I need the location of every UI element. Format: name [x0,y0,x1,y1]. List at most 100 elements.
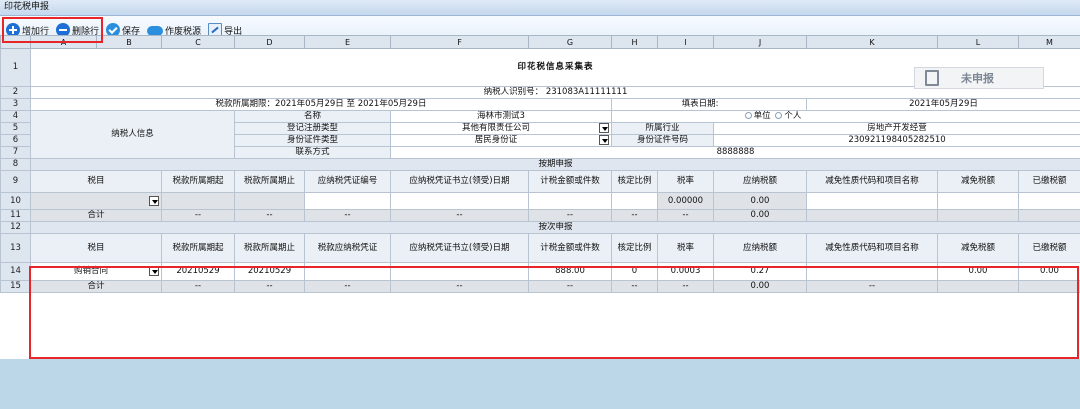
row-number[interactable]: 1 [0,48,31,87]
row-number[interactable]: 4 [0,110,31,123]
cell[interactable] [1018,192,1080,210]
row-number[interactable]: 2 [0,86,31,99]
paid-amount[interactable]: 0.00 [1018,262,1080,281]
cell[interactable] [937,192,1019,210]
dropdown-arrow-icon[interactable] [599,135,609,145]
row-number[interactable]: 15 [0,280,31,293]
contact-value[interactable]: 8888888 [390,146,1080,159]
dash: -- [234,209,305,222]
declaration-status: 未申报 [914,67,1044,89]
fill-date: 2021年05月29日 [806,98,1080,111]
dash: -- [528,280,612,293]
dash: -- [304,280,391,293]
tax-item-select[interactable] [30,192,162,210]
id-type-label: 身份证件类型 [234,134,391,147]
tax-payable: 0.00 [713,192,807,210]
column-header[interactable]: J [713,35,807,49]
column-header[interactable]: E [304,35,391,49]
period-end[interactable]: 20210529 [234,262,305,281]
dropdown-arrow-icon[interactable] [149,266,159,276]
cell[interactable] [304,192,391,210]
id-no-label: 身份证件号码 [611,134,714,147]
document-icon [925,70,939,86]
cell[interactable] [806,262,938,281]
column-label: 税款应纳税凭证 [304,233,391,263]
cell[interactable] [234,192,305,210]
table-row: 13 税目 税款所属期起 税款所属期止 税款应纳税凭证 应纳税凭证书立(领受)日… [0,233,1080,263]
column-label: 应纳税凭证书立(领受)日期 [390,233,529,263]
column-header[interactable]: H [611,35,658,49]
dash: -- [161,280,235,293]
column-label: 核定比例 [611,170,658,193]
column-label: 已缴税额 [1018,170,1080,193]
column-header[interactable]: I [657,35,714,49]
column-header[interactable]: A [30,35,97,49]
row-number[interactable]: 14 [0,262,31,281]
dash: -- [390,280,529,293]
row-number[interactable]: 11 [0,209,31,222]
relief-amount[interactable]: 0.00 [937,262,1019,281]
row-number[interactable]: 13 [0,233,31,263]
tax-amount[interactable]: 888.00 [528,262,612,281]
column-header[interactable]: M [1018,35,1080,49]
ratio[interactable]: 0 [611,262,658,281]
row-number[interactable]: 8 [0,158,31,171]
column-header[interactable]: G [528,35,612,49]
row-number[interactable]: 10 [0,192,31,210]
industry-value: 房地产开发经营 [713,122,1080,135]
dash: -- [528,209,612,222]
dash: -- [611,209,658,222]
column-header[interactable]: K [806,35,938,49]
cell[interactable] [390,192,529,210]
period-start[interactable]: 20210529 [161,262,235,281]
cell[interactable] [611,192,658,210]
column-header[interactable]: C [161,35,235,49]
cell [806,209,938,222]
row-number[interactable]: 7 [0,146,31,159]
dropdown-arrow-icon[interactable] [149,196,159,206]
column-label: 减免性质代码和项目名称 [806,233,938,263]
cell[interactable] [528,192,612,210]
dropdown-arrow-icon[interactable] [599,123,609,133]
cell[interactable] [390,262,529,281]
tax-item-select[interactable]: 购销合同 [30,262,162,281]
radio-unit[interactable] [744,112,752,119]
table-row: 8 按期申报 [0,158,1080,171]
column-label: 税率 [657,233,714,263]
status-text: 未申报 [961,72,994,85]
cell[interactable] [161,192,235,210]
column-header[interactable]: D [234,35,305,49]
table-row: 4 纳税人信息 名称 海林市测试3 单位 个人 [0,110,1080,159]
tax-payable: 0.27 [713,262,807,281]
reg-type-value: 其他有限责任公司 [461,123,530,134]
column-header[interactable]: F [390,35,529,49]
reg-type-select[interactable]: 其他有限责任公司 [390,122,612,135]
tax-period: 税款所属期限：2021年05月29日 至 2021年05月29日 [30,98,612,111]
row-number[interactable]: 3 [0,98,31,111]
dash: -- [390,209,529,222]
row-number[interactable]: 6 [0,134,31,147]
column-label: 核定比例 [611,233,658,263]
industry-label: 所属行业 [611,122,714,135]
column-label: 减免性质代码和项目名称 [806,170,938,193]
cell[interactable] [304,262,391,281]
name-value[interactable]: 海林市测试3 [390,110,612,123]
column-label: 税款所属期起 [161,170,235,193]
column-header[interactable]: B [96,35,162,49]
cell[interactable] [806,192,938,210]
row-number[interactable]: 5 [0,122,31,135]
column-label: 税目 [30,233,162,263]
column-label: 计税金额或件数 [528,170,612,193]
column-header[interactable]: L [937,35,1019,49]
dash: -- [234,280,305,293]
dash: -- [611,280,658,293]
table-row: 9 税目 税款所属期起 税款所属期止 应纳税凭证编号 应纳税凭证书立(领受)日期… [0,170,1080,193]
column-label: 税款所属期止 [234,233,305,263]
radio-person[interactable] [775,112,783,119]
periodic-section-title: 按期申报 [30,158,1080,171]
id-type-select[interactable]: 居民身份证 [390,134,612,147]
row-number[interactable]: 9 [0,170,31,193]
fill-date-label: 填表日期: [611,98,807,111]
row-number[interactable]: 12 [0,221,31,234]
cell [1018,209,1080,222]
